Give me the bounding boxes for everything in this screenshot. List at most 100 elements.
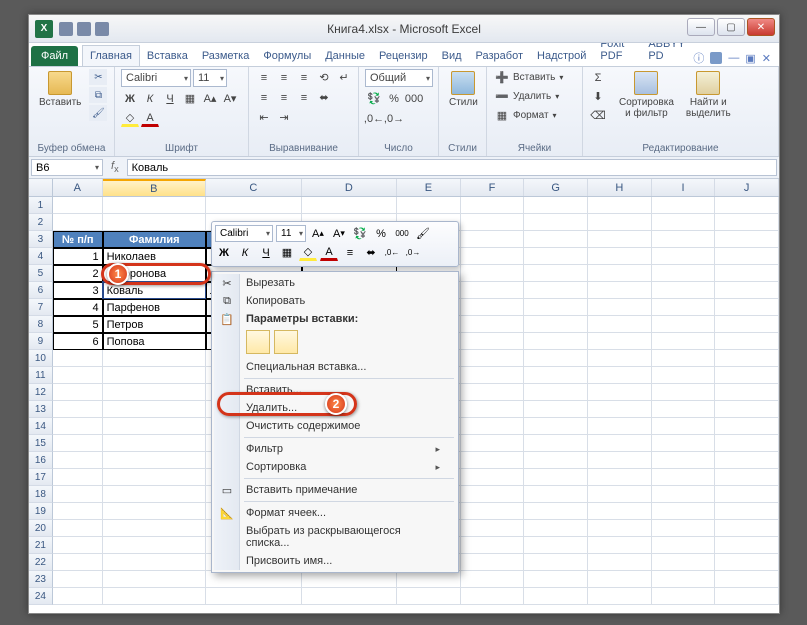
col-header[interactable]: D: [302, 179, 397, 196]
cell[interactable]: 1: [53, 248, 103, 265]
cell[interactable]: [103, 520, 206, 537]
grow-font-icon[interactable]: A▴: [201, 90, 219, 107]
row-header[interactable]: 17: [29, 469, 53, 486]
cell[interactable]: [715, 248, 779, 265]
cell[interactable]: [397, 571, 461, 588]
tab-home[interactable]: Главная: [82, 45, 140, 66]
cell[interactable]: [652, 214, 716, 231]
cell[interactable]: [588, 299, 652, 316]
col-header[interactable]: I: [652, 179, 716, 196]
cell[interactable]: [103, 486, 206, 503]
cell[interactable]: [715, 231, 779, 248]
cell[interactable]: [588, 486, 652, 503]
paste-button[interactable]: Вставить: [35, 69, 85, 110]
cell[interactable]: [715, 265, 779, 282]
align-bottom-icon[interactable]: ≡: [295, 69, 313, 86]
mini-grow-icon[interactable]: A▴: [309, 225, 327, 242]
cell[interactable]: [652, 401, 716, 418]
row-header[interactable]: 7: [29, 299, 53, 316]
worksheet-grid[interactable]: A B C D E F G H I J 123№ п/пФамилия41Ник…: [29, 179, 779, 611]
row-header[interactable]: 2: [29, 214, 53, 231]
mini-border-button[interactable]: ▦: [278, 244, 296, 261]
mini-merge-icon[interactable]: ⬌: [362, 244, 380, 261]
row-header[interactable]: 19: [29, 503, 53, 520]
cell[interactable]: [524, 452, 588, 469]
number-format-combo[interactable]: Общий: [365, 69, 433, 87]
tab-formulas[interactable]: Формулы: [256, 46, 318, 66]
cell[interactable]: [715, 503, 779, 520]
row-header[interactable]: 5: [29, 265, 53, 282]
mini-percent-icon[interactable]: %: [372, 225, 390, 242]
cell[interactable]: [53, 384, 103, 401]
cell[interactable]: [652, 231, 716, 248]
cell[interactable]: [652, 333, 716, 350]
cell[interactable]: [588, 282, 652, 299]
currency-icon[interactable]: 💱: [365, 90, 383, 107]
ctx-filter[interactable]: Фильтр▸: [214, 440, 456, 458]
font-size-combo[interactable]: 11: [193, 69, 227, 87]
cell[interactable]: [53, 469, 103, 486]
cell[interactable]: [652, 537, 716, 554]
mini-comma-icon[interactable]: 000: [393, 225, 411, 242]
font-color-button[interactable]: A: [141, 110, 159, 127]
cell[interactable]: [103, 367, 206, 384]
mini-painter-icon[interactable]: 🖌: [414, 225, 432, 242]
cell[interactable]: [461, 554, 525, 571]
cell[interactable]: [652, 350, 716, 367]
row-header[interactable]: 9: [29, 333, 53, 350]
align-right-icon[interactable]: ≡: [295, 89, 313, 106]
formula-input[interactable]: Коваль: [127, 159, 777, 176]
cell[interactable]: [524, 520, 588, 537]
fill-color-button[interactable]: ◇: [121, 110, 139, 127]
fx-icon[interactable]: fx: [111, 160, 119, 174]
cell[interactable]: [461, 299, 525, 316]
col-header[interactable]: A: [53, 179, 103, 196]
doc-min-icon[interactable]: —: [728, 52, 739, 64]
cell[interactable]: [103, 435, 206, 452]
mini-center-icon[interactable]: ≡: [341, 244, 359, 261]
cells-insert-button[interactable]: ➕Вставить▾: [493, 69, 563, 86]
cell[interactable]: [524, 367, 588, 384]
row-header[interactable]: 21: [29, 537, 53, 554]
cell[interactable]: [53, 350, 103, 367]
cell[interactable]: [524, 588, 588, 605]
cell[interactable]: [103, 571, 206, 588]
cell[interactable]: [715, 316, 779, 333]
quick-access-toolbar[interactable]: [59, 22, 109, 36]
tab-layout[interactable]: Разметка: [195, 46, 257, 66]
cell[interactable]: [461, 197, 525, 214]
cell[interactable]: [206, 571, 301, 588]
underline-button[interactable]: Ч: [161, 90, 179, 107]
tab-review[interactable]: Рецензир: [372, 46, 435, 66]
cell[interactable]: [588, 503, 652, 520]
cell[interactable]: [715, 299, 779, 316]
tab-addins[interactable]: Надстрой: [530, 46, 593, 66]
cell[interactable]: [461, 435, 525, 452]
cell[interactable]: [652, 520, 716, 537]
cell[interactable]: [588, 367, 652, 384]
row-header[interactable]: 22: [29, 554, 53, 571]
cell[interactable]: [715, 384, 779, 401]
cell[interactable]: [588, 231, 652, 248]
cell[interactable]: [524, 231, 588, 248]
cell[interactable]: [588, 554, 652, 571]
cell[interactable]: [53, 571, 103, 588]
cell[interactable]: [53, 401, 103, 418]
col-header[interactable]: C: [206, 179, 301, 196]
cell[interactable]: [715, 469, 779, 486]
cell[interactable]: [103, 452, 206, 469]
cell[interactable]: [524, 384, 588, 401]
ctx-dropdown[interactable]: Выбрать из раскрывающегося списка...: [214, 522, 456, 552]
cell[interactable]: [103, 588, 206, 605]
bold-button[interactable]: Ж: [121, 90, 139, 107]
cell[interactable]: [53, 588, 103, 605]
cell[interactable]: [302, 571, 397, 588]
align-middle-icon[interactable]: ≡: [275, 69, 293, 86]
cell[interactable]: [652, 435, 716, 452]
cell[interactable]: [103, 401, 206, 418]
cell[interactable]: [588, 265, 652, 282]
cell[interactable]: [53, 367, 103, 384]
cell[interactable]: [715, 418, 779, 435]
cell[interactable]: [461, 265, 525, 282]
cell[interactable]: [103, 197, 206, 214]
